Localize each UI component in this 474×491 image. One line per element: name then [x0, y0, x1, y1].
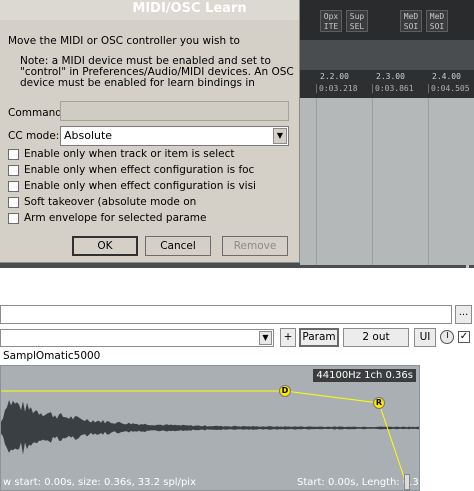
- ok-button[interactable]: OK: [72, 236, 138, 256]
- checkbox-box[interactable]: [8, 165, 19, 176]
- toolbar-button-3-top: MeD: [403, 12, 419, 21]
- grid-line: [428, 98, 429, 265]
- release-marker[interactable]: R: [373, 397, 385, 409]
- command-field[interactable]: [60, 101, 289, 121]
- view-status: w start: 0.00s, size: 0.36s, 33.2 spl/pi…: [3, 477, 196, 488]
- waveform-display[interactable]: 44100Hz 1ch 0.36s D R w start: 0.00s, si…: [0, 365, 420, 491]
- checkbox-box[interactable]: [8, 213, 19, 224]
- toolbar-button-4-top: MeD: [429, 12, 445, 21]
- delay-marker[interactable]: D: [279, 385, 291, 397]
- command-label: Command: [8, 107, 62, 119]
- toolbar-button-1[interactable]: Opx ITE: [320, 10, 342, 32]
- fx-name-field[interactable]: [0, 305, 452, 324]
- bypass-checkbox[interactable]: ✓: [458, 331, 470, 343]
- checkbox-label: Enable only when effect configuration is…: [24, 164, 255, 176]
- grid-line: [372, 98, 373, 265]
- timeline-time: 0:03.861: [372, 84, 414, 93]
- remove-button[interactable]: Remove: [222, 236, 288, 256]
- track-area[interactable]: [300, 98, 474, 265]
- scroll-handle[interactable]: [404, 474, 410, 490]
- cc-mode-label: CC mode:: [8, 130, 60, 142]
- knob-needle: [447, 332, 448, 338]
- timeline-mark: 2.4.00: [432, 72, 461, 81]
- checkbox-box[interactable]: [8, 181, 19, 192]
- wet-knob-icon[interactable]: [440, 330, 454, 344]
- toolbar-button-3[interactable]: MeD SOI: [400, 10, 422, 32]
- cancel-button[interactable]: Cancel: [145, 236, 211, 256]
- note-line-3: device must be enabled for learn binding…: [20, 77, 255, 89]
- envelope-line: [1, 390, 409, 490]
- toolbar-button-4[interactable]: MeD SOI: [426, 10, 448, 32]
- io-button[interactable]: 2 out: [343, 328, 409, 347]
- toolbar-button-1-bottom: ITE: [323, 22, 339, 31]
- toolbar-button-2-bottom: SEL: [349, 22, 365, 31]
- toolbar-button-3-bottom: SOI: [403, 22, 419, 31]
- checkbox-box[interactable]: [8, 149, 19, 160]
- timeline-mark: 2.2.00: [320, 72, 349, 81]
- timeline-mark: 2.3.00: [376, 72, 405, 81]
- grid-line: [316, 98, 317, 265]
- ui-button[interactable]: UI: [414, 328, 436, 347]
- param-button[interactable]: Param: [299, 328, 339, 347]
- plugin-name: SamplOmatic5000: [3, 350, 101, 362]
- cc-mode-value: Absolute: [64, 129, 113, 142]
- waveform-path: [1, 400, 419, 455]
- timeline-ruler[interactable]: 2.2.00 2.3.00 2.4.00 0:03.218 0:03.861 0…: [300, 70, 474, 98]
- browse-button[interactable]: ...: [455, 305, 472, 324]
- preset-dropdown[interactable]: ▼: [0, 329, 274, 347]
- checkbox-label: Soft takeover (absolute mode on: [24, 196, 197, 208]
- checkbox-box[interactable]: [8, 197, 19, 208]
- checkbox-label: Enable only when effect configuration is…: [24, 180, 256, 192]
- toolbar-button-2-top: Sup: [349, 12, 365, 21]
- fx-window: ... ▼ + Param 2 out UI ✓ SamplOmatic5000…: [0, 268, 474, 491]
- checkbox-label: Arm envelope for selected parame: [24, 212, 207, 224]
- chevron-down-icon[interactable]: ▼: [259, 331, 272, 345]
- timeline-time: 0:03.218: [316, 84, 358, 93]
- add-preset-button[interactable]: +: [280, 328, 296, 347]
- toolbar-button-1-top: Opx: [323, 12, 339, 21]
- side-panel: [421, 365, 474, 491]
- midi-osc-learn-dialog: MIDI/OSC Learn Move the MIDI or OSC cont…: [0, 0, 300, 263]
- chevron-down-icon[interactable]: ▼: [273, 128, 287, 144]
- dialog-titlebar[interactable]: MIDI/OSC Learn: [0, 0, 299, 20]
- cc-mode-dropdown[interactable]: Absolute ▼: [60, 126, 289, 146]
- main-toolbar: Opx ITE Sup SEL MeD SOI MeD SOI: [300, 0, 474, 40]
- dialog-title: MIDI/OSC Learn: [132, 1, 247, 16]
- timeline-time: 0:04.505: [428, 84, 470, 93]
- learn-prompt: Move the MIDI or OSC controller you wish…: [8, 35, 240, 47]
- waveform-graphic: [1, 390, 419, 490]
- sample-info-label: 44100Hz 1ch 0.36s: [313, 369, 416, 382]
- toolbar-button-4-bottom: SOI: [429, 22, 445, 31]
- sample-length-status: Start: 0.00s, Length: 0.36s: [297, 477, 420, 488]
- checkbox-label: Enable only when track or item is select: [24, 148, 235, 160]
- toolbar-button-2[interactable]: Sup SEL: [346, 10, 368, 32]
